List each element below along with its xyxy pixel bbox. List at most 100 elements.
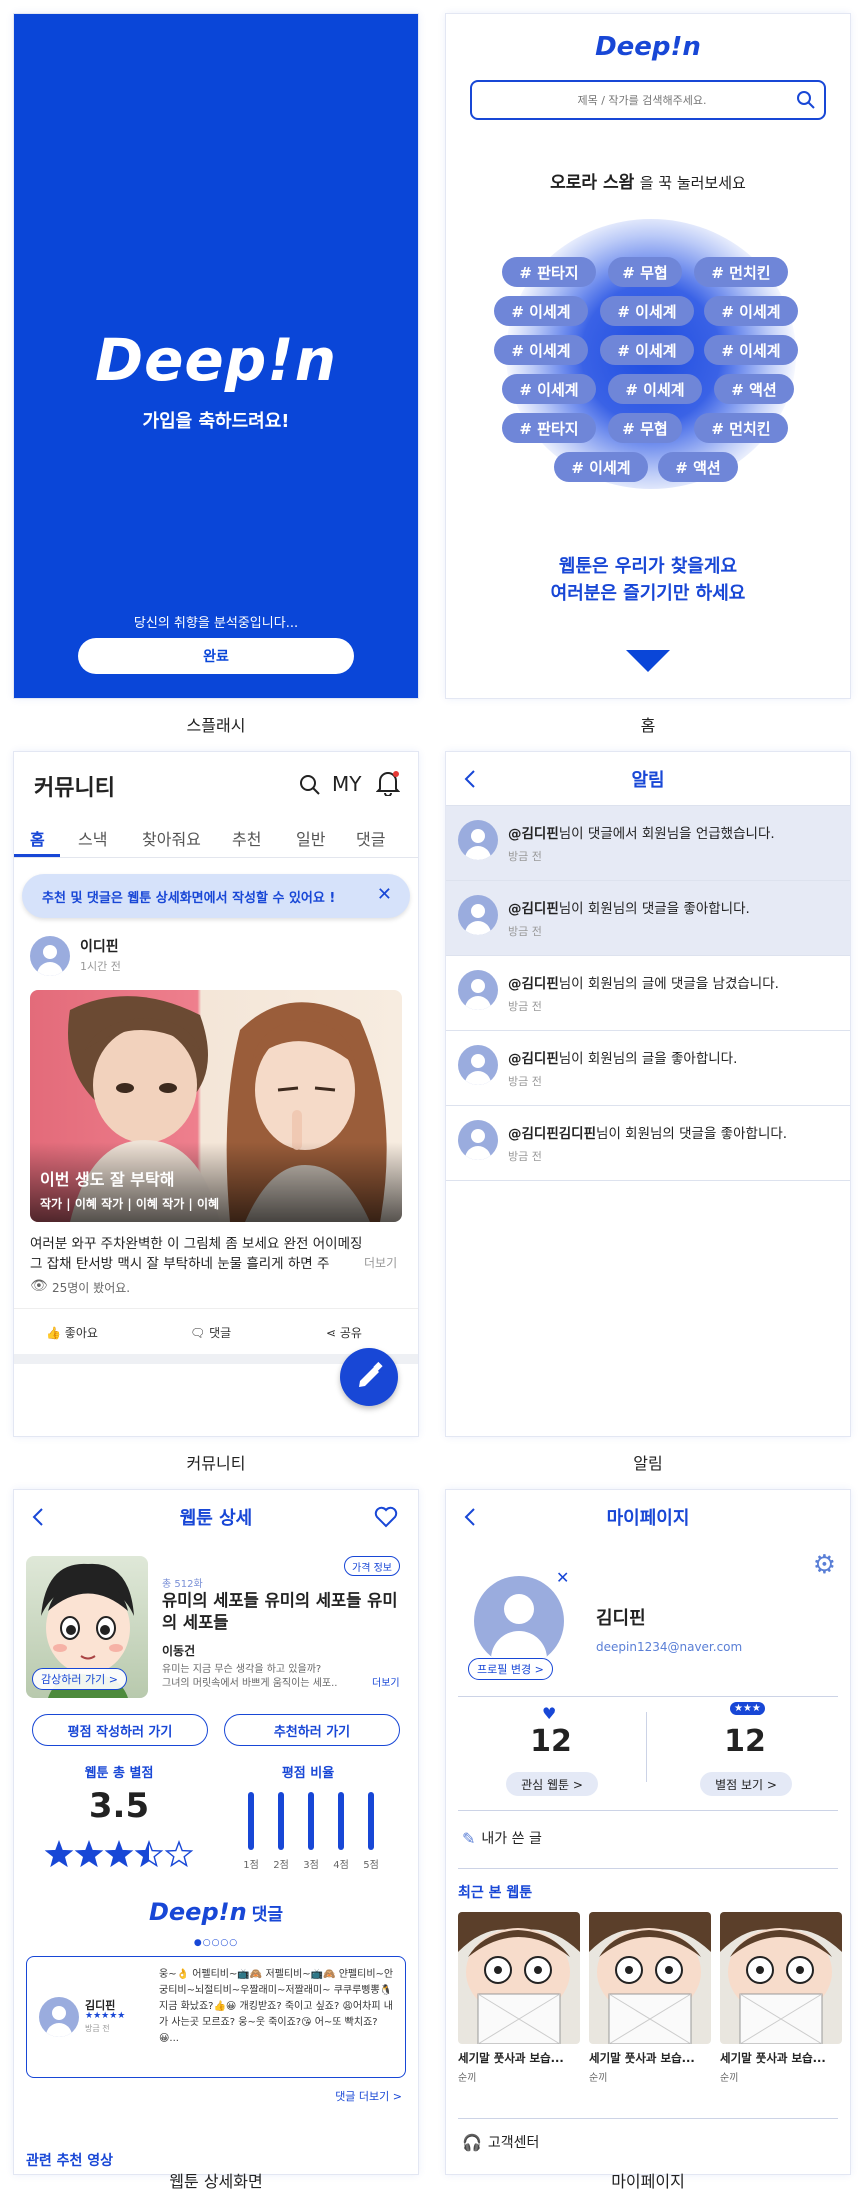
tag-chip[interactable]: # 이세계 — [494, 335, 588, 365]
tab-snack[interactable]: 스낵 — [78, 826, 107, 850]
tag-chip[interactable]: # 무협 — [608, 257, 682, 287]
tab-home[interactable]: 홈 — [30, 826, 45, 850]
search-icon[interactable] — [299, 774, 321, 796]
tag-chip[interactable]: # 액션 — [658, 452, 738, 482]
alarm-text: 님이 회원님의 글을 좋아합니다. — [558, 1051, 738, 1067]
post-author[interactable]: 이디핀 — [80, 936, 119, 956]
recent-title: 세기말 풋사과 보습... — [589, 2051, 695, 2065]
tag-chip[interactable]: # 먼치킨 — [694, 413, 788, 443]
rate-button[interactable]: 평점 작성하러 가기 — [32, 1714, 208, 1746]
alarm-screen: 알림 @김디핀님이 댓글에서 회원님을 언급했습니다. 방금 전 @김디핀님이 회원… — [446, 752, 850, 1436]
profile-avatar[interactable] — [474, 1576, 564, 1666]
webtoon-cover[interactable]: 감상하러 가기 > — [26, 1556, 148, 1698]
user-name: 김디핀 — [596, 1608, 646, 1629]
aurora-name: 오로라 스왐 — [550, 173, 635, 193]
comment-button[interactable]: 🗨 댓글 — [190, 1324, 231, 1341]
ratio-bar-label: 4점 — [333, 1860, 349, 1871]
comments-title: 댓글 — [251, 1905, 284, 1925]
page-dots[interactable]: ●○○○○ — [14, 1938, 418, 1948]
avatar[interactable] — [458, 1045, 498, 1085]
tag-chip[interactable]: # 먼치킨 — [694, 257, 788, 287]
tab-comments[interactable]: 댓글 — [356, 826, 385, 850]
tag-chip[interactable]: # 이세계 — [502, 374, 596, 404]
scroll-down-arrow-icon[interactable] — [626, 650, 670, 672]
post-image[interactable]: 이번 생도 잘 부탁해 작가 | 이혜 작가 | 이혜 작가 | 이혜 — [30, 990, 402, 1222]
search-box[interactable] — [470, 80, 826, 120]
page-title: 알림 — [631, 769, 665, 791]
remove-photo-icon[interactable]: ✕ — [556, 1568, 569, 1587]
tag-chip[interactable]: # 판타지 — [502, 257, 596, 287]
write-button[interactable] — [340, 1348, 398, 1406]
pencil-icon — [359, 1361, 383, 1387]
alarm-item[interactable]: @김디핀님이 댓글에서 회원님을 언급했습니다. 방금 전 — [446, 806, 850, 881]
tag-chip[interactable]: # 이세계 — [704, 335, 798, 365]
tag-chip[interactable]: # 이세계 — [600, 296, 694, 326]
tag-chip[interactable]: # 이세계 — [608, 374, 702, 404]
comment-card[interactable]: 김디핀 ★★★★★ 방금 전 웅~👌 어펠티비~📺🙈 저펠티비~📺🙈 얀펠티비~… — [26, 1956, 406, 2078]
alarm-user[interactable]: @김디핀 — [508, 826, 559, 842]
tag-chip[interactable]: # 이세계 — [554, 452, 648, 482]
avatar[interactable] — [458, 820, 498, 860]
tag-chip[interactable]: # 이세계 — [704, 296, 798, 326]
price-info-button[interactable]: 가격 정보 — [344, 1556, 400, 1576]
webtoon-thumbnail[interactable] — [589, 1912, 711, 2044]
bell-icon[interactable] — [376, 770, 400, 796]
tag-chip[interactable]: # 이세계 — [494, 296, 588, 326]
share-button[interactable]: ⋖ 공유 — [326, 1324, 362, 1341]
my-posts-row[interactable]: ✎ 내가 쓴 글 — [462, 1828, 542, 1848]
heart-icon[interactable] — [374, 1506, 398, 1528]
tag-chip[interactable]: # 무협 — [608, 413, 682, 443]
done-button[interactable]: 완료 — [78, 638, 354, 674]
avatar[interactable] — [458, 895, 498, 935]
community-screen: 커뮤니티 MY 홈 스낵 찾아줘요 추천 일반 댓글 추천 및 댓글은 웹툰 상… — [14, 752, 418, 1436]
settings-gear-icon[interactable]: ⚙ — [813, 1550, 836, 1580]
more-link[interactable]: 더보기 — [360, 1254, 398, 1271]
avatar[interactable] — [30, 936, 70, 976]
tag-chip[interactable]: # 이세계 — [600, 335, 694, 365]
like-button[interactable]: 👍 좋아요 — [46, 1324, 98, 1341]
alarm-item[interactable]: @김디핀님이 회원님의 글에 댓글을 남겼습니다. 방금 전 — [446, 956, 850, 1031]
tag-chip[interactable]: # 액션 — [714, 374, 794, 404]
close-icon[interactable]: ✕ — [377, 884, 392, 905]
ratio-bar — [338, 1792, 344, 1850]
interest-button[interactable]: 관심 웹툰 > — [506, 1772, 598, 1796]
go-view-button[interactable]: 감상하러 가기 > — [32, 1668, 127, 1690]
mypage-caption: 마이페이지 — [611, 2172, 685, 2191]
recommend-button[interactable]: 추천하러 가기 — [224, 1714, 400, 1746]
webtoon-thumbnail[interactable] — [720, 1912, 842, 2044]
alarm-item[interactable]: @김디핀님이 회원님의 댓글을 좋아합니다. 방금 전 — [446, 881, 850, 956]
rating-value: 3.5 — [88, 1786, 150, 1826]
search-input[interactable] — [492, 82, 792, 118]
notice-text: 추천 및 댓글은 웹툰 상세화면에서 작성할 수 있어요 ! — [42, 890, 336, 906]
recent-webtoon-card[interactable]: 세기말 풋사과 보습... 순끼 — [458, 1912, 580, 2084]
tab-find[interactable]: 찾아줘요 — [142, 826, 201, 850]
rating-button[interactable]: 별점 보기 > — [700, 1772, 792, 1796]
avatar[interactable] — [458, 1120, 498, 1160]
webtoon-thumbnail[interactable] — [458, 1912, 580, 2044]
recent-webtoon-card[interactable]: 세기말 풋사과 보습... 순끼 — [720, 1912, 842, 2084]
back-arrow-icon[interactable] — [28, 1505, 50, 1529]
edit-profile-button[interactable]: 프로필 변경 > — [468, 1658, 553, 1680]
comments-more[interactable]: 댓글 더보기 > — [335, 2088, 402, 2104]
alarm-item[interactable]: @김디핀님이 회원님의 글을 좋아합니다. 방금 전 — [446, 1031, 850, 1106]
ratio-label: 평점 비율 — [281, 1766, 335, 1781]
my-button[interactable]: MY — [332, 772, 361, 796]
alarm-user[interactable]: @김디핀 — [508, 976, 559, 992]
alarm-item[interactable]: @김디핀김디핀님이 회원님의 댓글을 좋아합니다. 방금 전 — [446, 1106, 850, 1181]
rating-bubble-icon: ★★★ — [730, 1702, 765, 1715]
search-icon[interactable] — [796, 90, 816, 110]
more-link[interactable]: 더보기 — [372, 1674, 400, 1689]
avatar[interactable] — [39, 1997, 79, 2037]
recent-webtoon-card[interactable]: 세기말 풋사과 보습... 순끼 — [589, 1912, 711, 2084]
alarm-user[interactable]: @김디핀 — [508, 1051, 559, 1067]
support-row[interactable]: 🎧 고객센터 — [462, 2132, 539, 2152]
tab-recommend[interactable]: 추천 — [232, 826, 261, 850]
tab-general[interactable]: 일반 — [296, 826, 325, 850]
back-arrow-icon[interactable] — [460, 1505, 482, 1529]
avatar[interactable] — [458, 970, 498, 1010]
alarm-user[interactable]: @김디핀 — [508, 901, 559, 917]
back-arrow-icon[interactable] — [460, 767, 482, 791]
like-label: 좋아요 — [64, 1326, 98, 1340]
alarm-user[interactable]: @김디핀김디핀 — [508, 1126, 596, 1142]
tag-chip[interactable]: # 판타지 — [502, 413, 596, 443]
